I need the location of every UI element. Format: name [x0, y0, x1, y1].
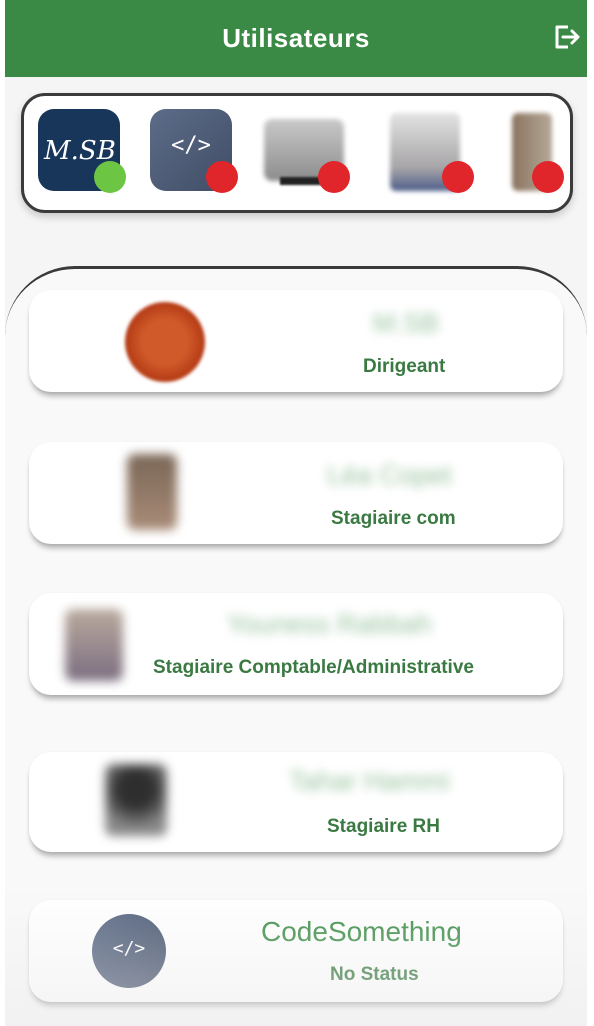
user-card-codesomething[interactable]: </> CodeSomething No Status	[29, 900, 563, 1002]
story-avatar-user-5[interactable]	[508, 109, 564, 193]
app-header: Utilisateurs	[5, 0, 587, 77]
story-avatar-user-4[interactable]	[386, 109, 474, 193]
user-card-msb[interactable]: M.SB Dirigeant	[29, 290, 563, 392]
user-card-lea[interactable]: Léa Copet Stagiaire com	[29, 442, 563, 544]
user-role: Stagiaire com	[331, 508, 456, 529]
user-role: No Status	[330, 964, 419, 985]
user-name: Léa Copet	[327, 460, 452, 490]
story-avatar-msb[interactable]: M.SB	[38, 109, 126, 193]
user-name: Tahar Hammi	[289, 766, 450, 796]
user-avatar	[65, 609, 123, 681]
offline-status-dot	[206, 161, 238, 193]
story-avatar-codesomething[interactable]: </>	[150, 109, 238, 193]
story-avatar-user-3[interactable]	[262, 109, 350, 193]
code-icon: </>	[112, 938, 146, 959]
user-card-youness[interactable]: Youness Rabbah Stagiaire Comptable/Admin…	[29, 593, 563, 695]
user-card-rh[interactable]: Tahar Hammi Stagiaire RH	[29, 752, 563, 852]
online-status-dot	[94, 161, 126, 193]
page-title: Utilisateurs	[222, 23, 370, 53]
code-icon: </>	[171, 133, 211, 158]
user-avatar	[105, 764, 167, 836]
app-screen: Utilisateurs M.SB </> M.SB Dirigeant Léa…	[5, 0, 587, 1026]
online-users-bar: M.SB </>	[21, 93, 573, 213]
user-name: M.SB	[373, 308, 440, 338]
offline-status-dot	[318, 161, 350, 193]
offline-status-dot	[442, 161, 474, 193]
logout-icon	[555, 25, 580, 49]
user-name: Youness Rabbah	[227, 609, 432, 639]
user-avatar	[125, 302, 205, 382]
user-avatar: </>	[92, 914, 166, 988]
user-role: Dirigeant	[363, 356, 446, 377]
logout-button[interactable]	[551, 22, 581, 52]
offline-status-dot	[532, 161, 564, 193]
user-avatar	[127, 454, 177, 530]
user-name: CodeSomething	[261, 916, 462, 947]
user-role: Stagiaire Comptable/Administrative	[153, 657, 474, 678]
user-role: Stagiaire RH	[327, 816, 440, 837]
